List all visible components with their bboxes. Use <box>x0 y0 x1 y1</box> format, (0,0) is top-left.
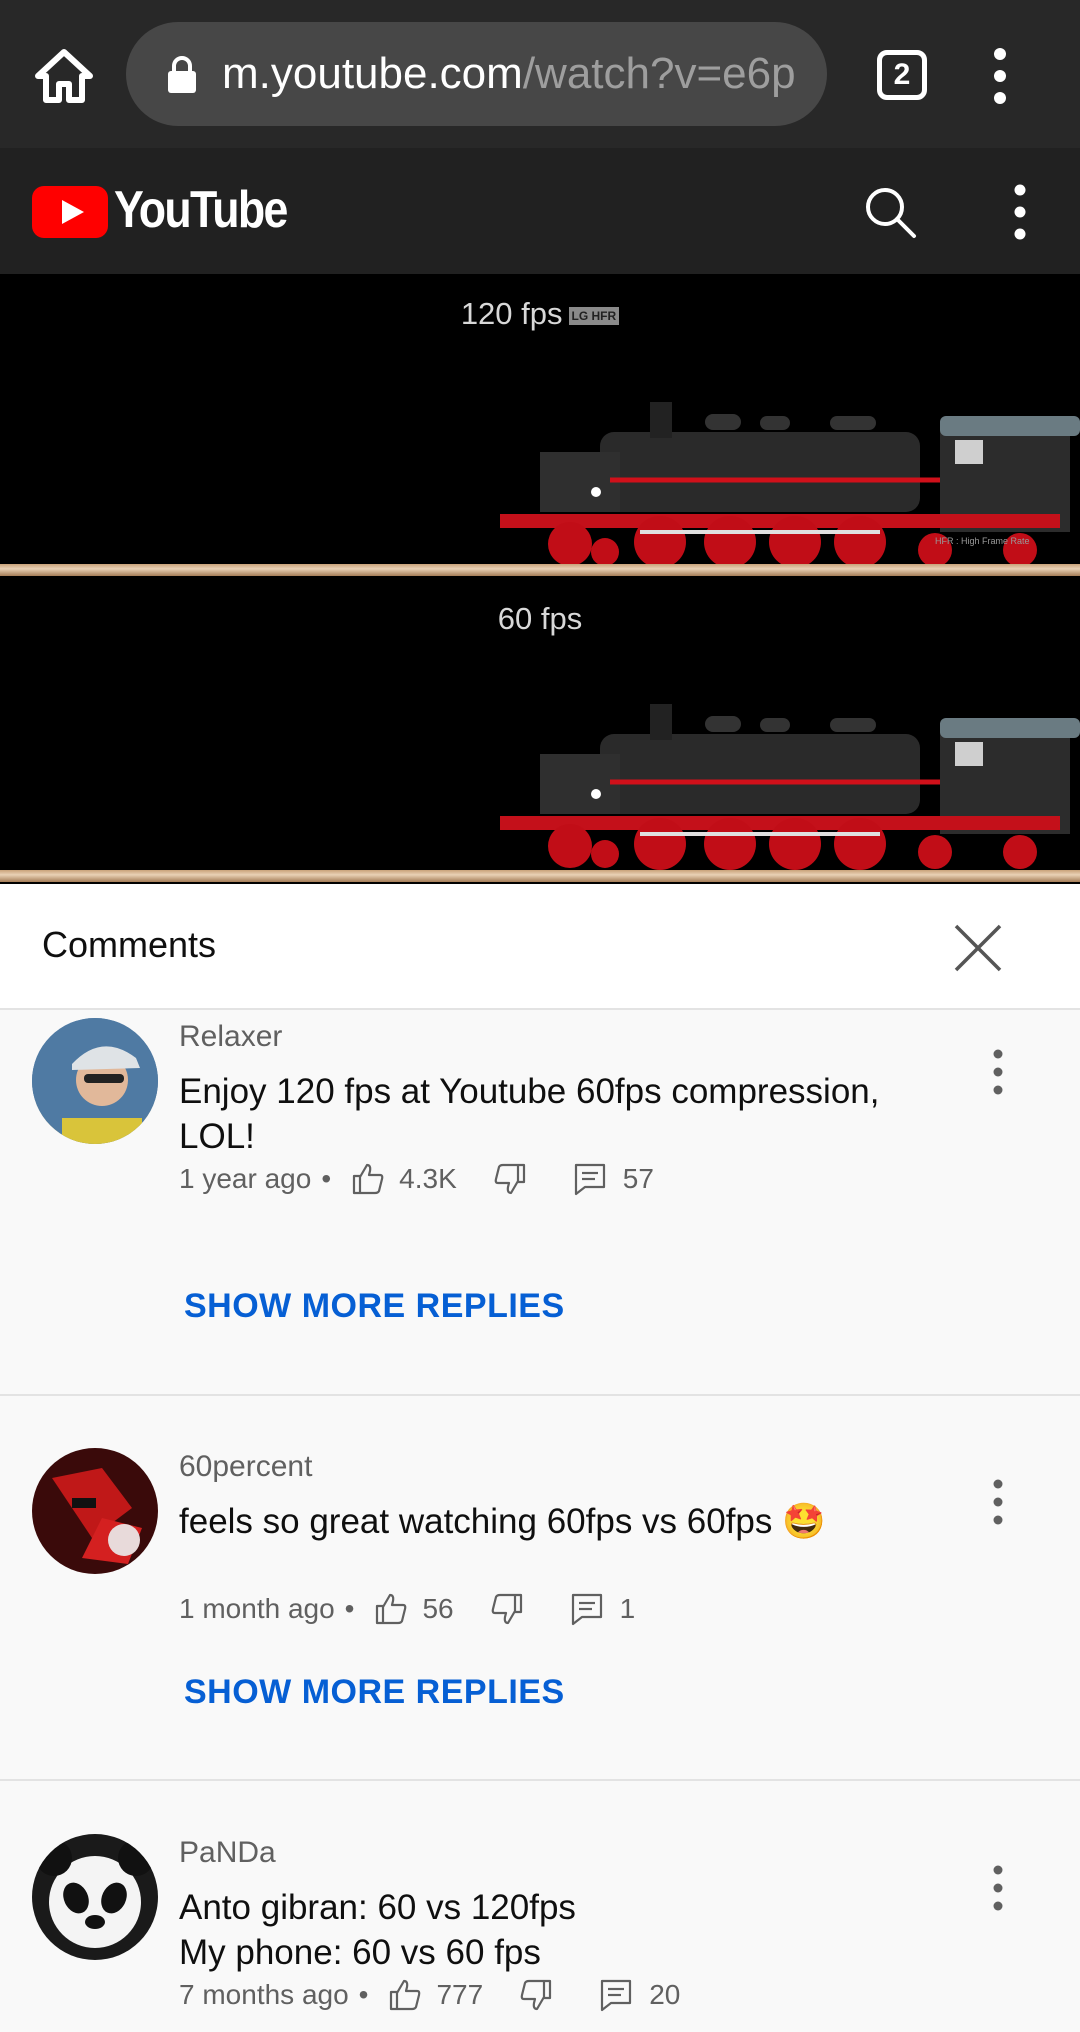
search-icon[interactable] <box>862 184 918 240</box>
avatar-image <box>32 1834 158 1960</box>
dislike-icon[interactable] <box>493 1162 527 1196</box>
locomotive-image-bottom <box>500 704 1080 870</box>
video-label-top: 120 fps LG HFR <box>0 296 1080 332</box>
youtube-wordmark[interactable]: YouTube <box>114 180 288 240</box>
meta-dot: • <box>358 1979 369 2010</box>
comment-menu-icon[interactable] <box>988 1478 1008 1526</box>
reply-count: 20 <box>649 1979 681 2010</box>
like-icon[interactable] <box>374 1592 408 1626</box>
reply-count: 1 <box>619 1593 636 1624</box>
comment-text-line: feels so great watching 60fps vs 60fps 🤩 <box>179 1502 826 1541</box>
avatar[interactable] <box>32 1448 158 1574</box>
comment-text-line: Enjoy 120 fps at Youtube 60fps compressi… <box>179 1072 880 1111</box>
home-icon[interactable] <box>28 40 100 112</box>
like-icon[interactable] <box>351 1162 385 1196</box>
meta-dot: • <box>344 1593 355 1624</box>
comment-meta: 1 month ago • 56 1 <box>179 1592 635 1626</box>
comment-thread: Relaxer Enjoy 120 fps at Youtube 60fps c… <box>0 1010 1080 1395</box>
reply-icon[interactable] <box>599 1978 633 2012</box>
url-path: /watch?v=e6p <box>522 49 796 98</box>
reply-icon[interactable] <box>570 1592 604 1626</box>
comment-time: 1 year ago <box>179 1163 312 1194</box>
youtube-header: YouTube <box>0 148 1080 274</box>
like-icon[interactable] <box>388 1978 422 2012</box>
fps-top-text: 120 fps <box>460 296 563 331</box>
fps-bottom-text: 60 fps <box>497 601 583 636</box>
comments-title: Comments <box>42 924 217 965</box>
address-bar[interactable]: m.youtube.com/watch?v=e6p <box>126 22 827 126</box>
lock-icon <box>168 56 196 93</box>
avatar-image <box>32 1018 158 1144</box>
rail-bottom <box>0 870 1080 882</box>
url-host: m.youtube.com <box>222 49 523 98</box>
url-text: m.youtube.com/watch?v=e6p <box>222 48 796 100</box>
hfr-watermark: HFR : High Frame Rate <box>935 536 1030 546</box>
dislike-icon[interactable] <box>490 1592 524 1626</box>
comment-meta: 7 months ago • 777 20 <box>179 1978 680 2012</box>
like-count: 777 <box>436 1979 484 2010</box>
comment-author[interactable]: Relaxer <box>179 1020 282 1054</box>
comment-thread: 60percent feels so great watching 60fps … <box>0 1396 1080 1780</box>
comment-time: 7 months ago <box>179 1979 349 2010</box>
like-count: 56 <box>422 1593 454 1624</box>
comment-meta: 1 year ago • 4.3K 57 <box>179 1162 654 1196</box>
hfr-badge: LG HFR <box>568 306 620 325</box>
comments-header: Comments <box>0 884 1080 1010</box>
tab-switcher-button[interactable]: 2 <box>877 50 927 100</box>
browser-toolbar: m.youtube.com/watch?v=e6p 2 <box>0 0 1080 148</box>
more-options-icon[interactable] <box>1004 182 1036 242</box>
comment-time: 1 month ago <box>179 1593 335 1624</box>
browser-menu-icon[interactable] <box>985 46 1015 106</box>
youtube-logo-icon[interactable] <box>32 186 108 238</box>
show-more-replies-button[interactable]: SHOW MORE REPLIES <box>184 1287 565 1326</box>
comment-author[interactable]: PaNDa <box>179 1836 276 1870</box>
comment-text-line: My phone: 60 vs 60 fps <box>179 1933 541 1972</box>
dislike-icon[interactable] <box>519 1978 553 2012</box>
comment-text-line: Anto gibran: 60 vs 120fps <box>179 1888 576 1927</box>
avatar[interactable] <box>32 1018 158 1144</box>
reply-count: 57 <box>622 1163 654 1194</box>
avatar-image <box>32 1448 158 1574</box>
like-count: 4.3K <box>399 1163 457 1194</box>
meta-dot: • <box>321 1163 332 1194</box>
close-icon[interactable] <box>950 920 1006 976</box>
avatar[interactable] <box>32 1834 158 1960</box>
comment-menu-icon[interactable] <box>988 1864 1008 1912</box>
video-player[interactable]: 120 fps LG HFR HFR : High Frame Rate 60 f… <box>0 274 1080 884</box>
comment-author[interactable]: 60percent <box>179 1450 312 1484</box>
comment-text-line: LOL! <box>179 1117 255 1156</box>
reply-icon[interactable] <box>573 1162 607 1196</box>
comment-menu-icon[interactable] <box>988 1048 1008 1096</box>
comment-thread: PaNDa Anto gibran: 60 vs 120fps My phone… <box>0 1781 1080 2032</box>
rail-top <box>0 564 1080 576</box>
show-more-replies-button[interactable]: SHOW MORE REPLIES <box>184 1673 565 1712</box>
